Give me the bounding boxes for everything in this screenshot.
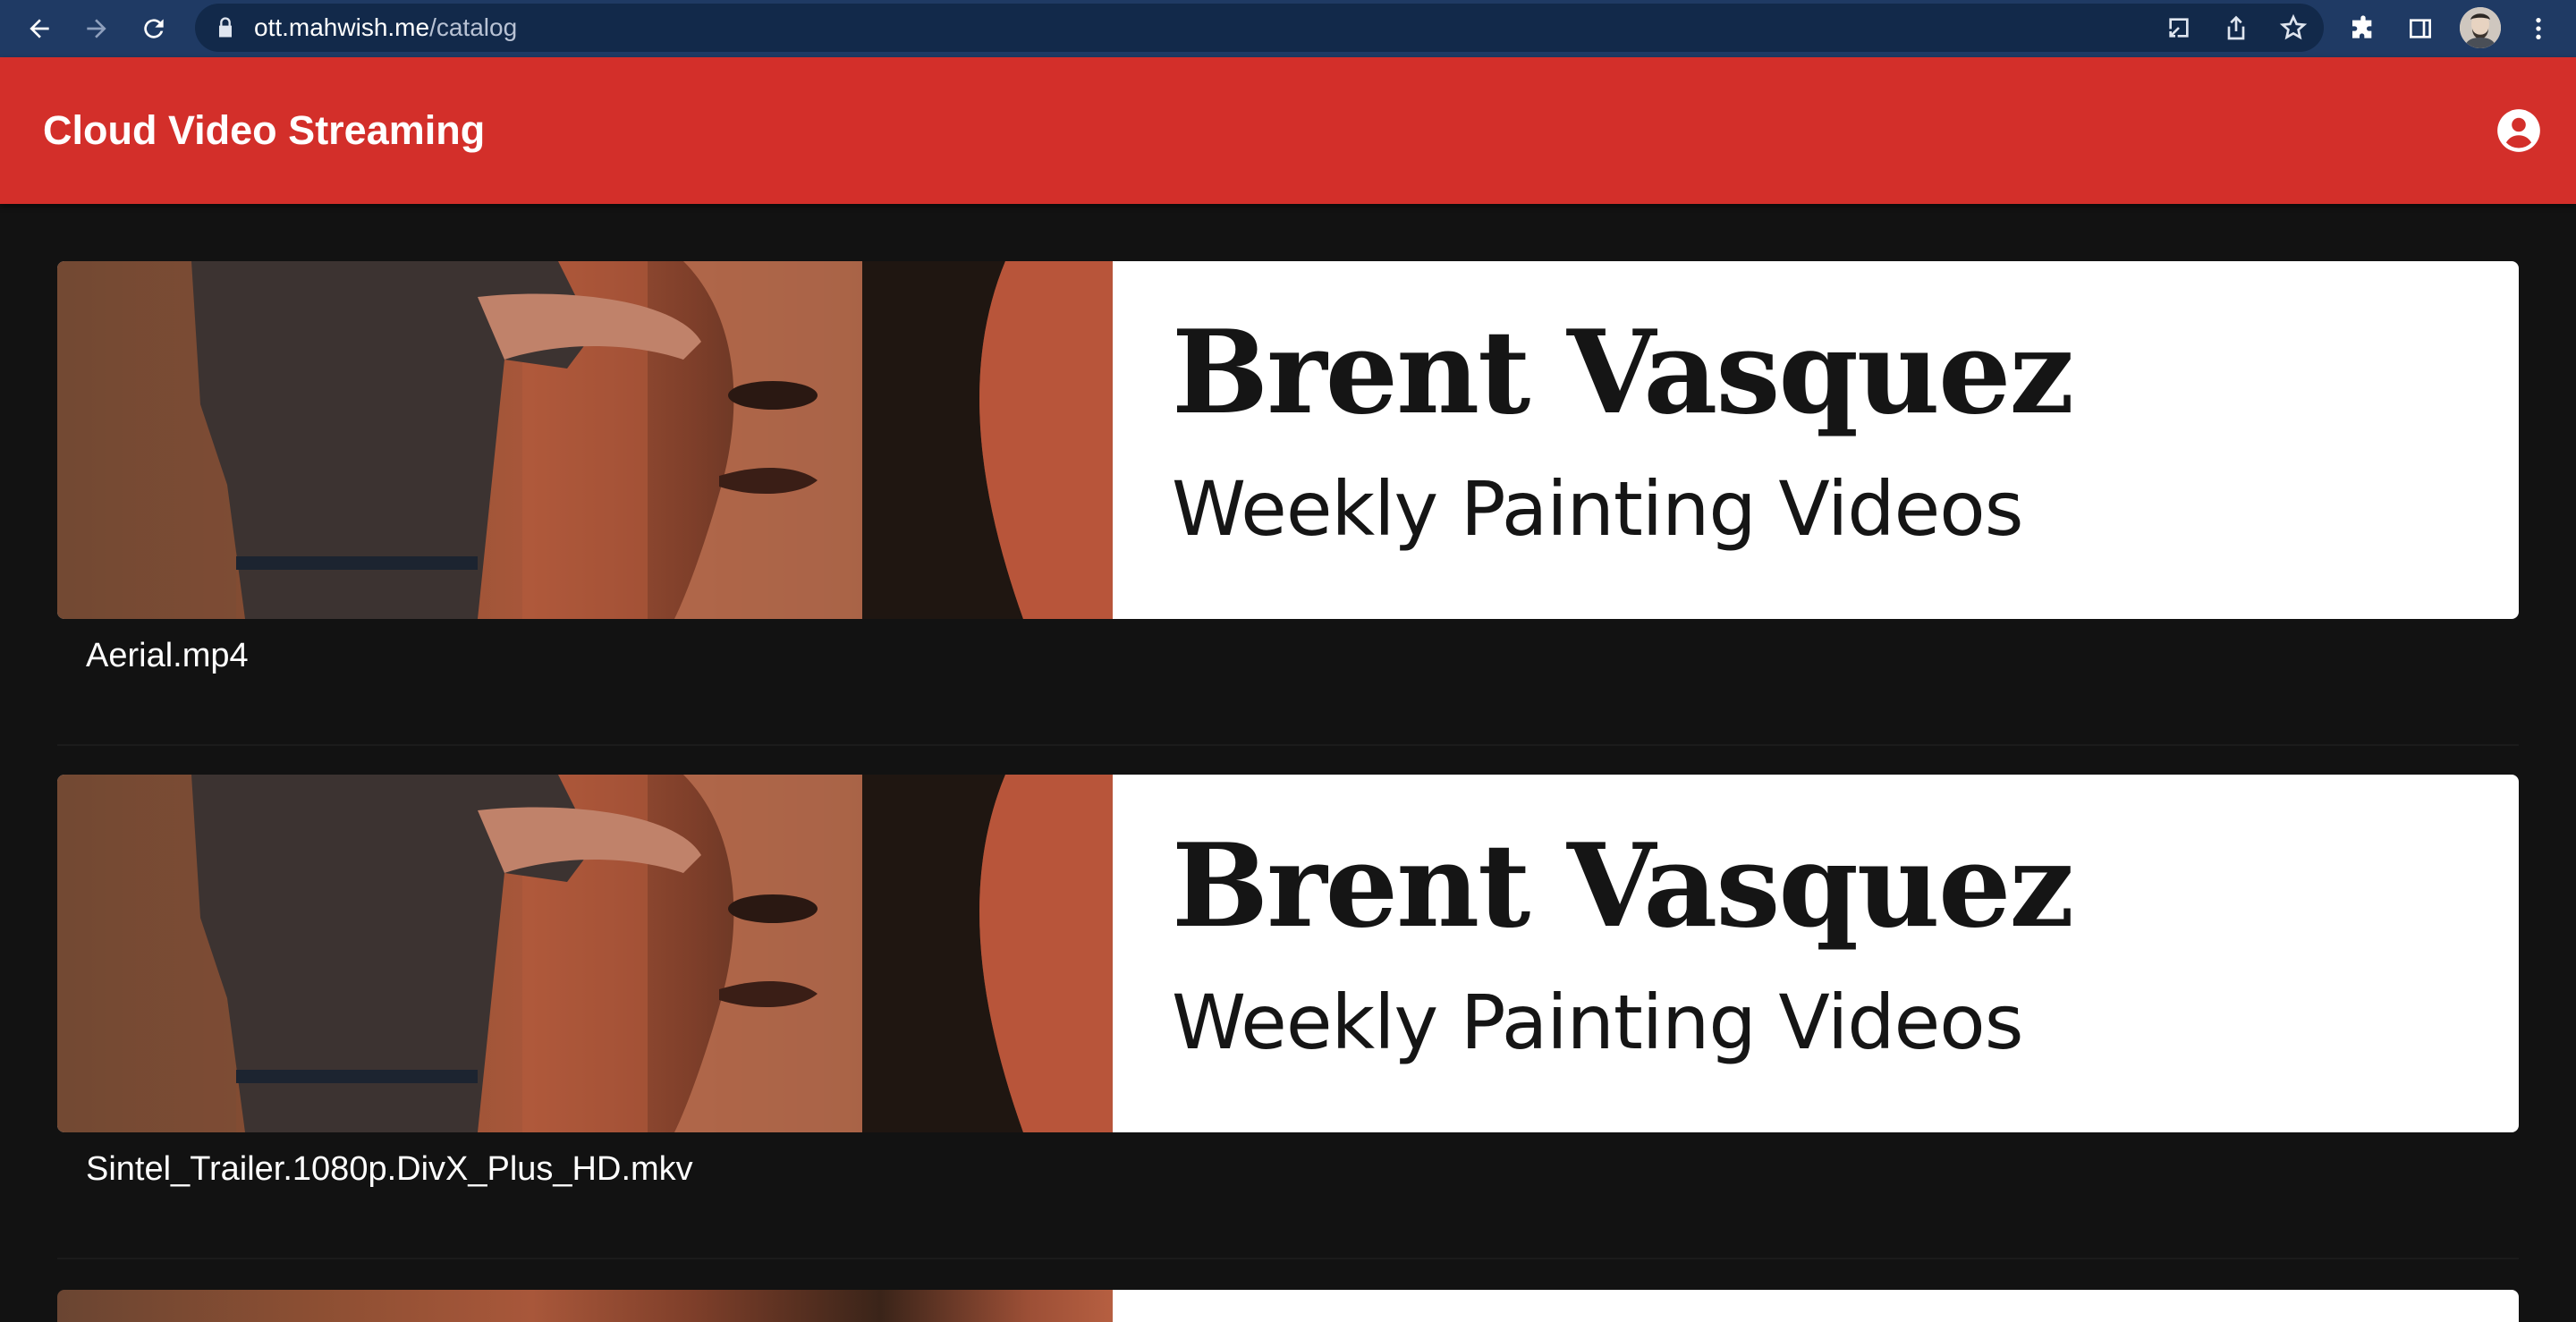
extensions-button[interactable] bbox=[2342, 7, 2385, 50]
video-title[interactable]: Sintel_Trailer.1080p.DivX_Plus_HD.mkv bbox=[86, 1150, 693, 1189]
banner-partial bbox=[1113, 1290, 2519, 1322]
profile-photo-icon bbox=[2460, 7, 2501, 48]
url-path: /catalog bbox=[429, 13, 518, 41]
banner-name: Brent Vasquez bbox=[1172, 306, 2074, 440]
video-card[interactable]: Brent Vasquez Weekly Painting Videos Aer… bbox=[57, 261, 2519, 748]
reload-button[interactable] bbox=[132, 7, 175, 50]
banner-name: Brent Vasquez bbox=[1172, 819, 2074, 953]
profile-avatar[interactable] bbox=[2460, 7, 2501, 48]
share-icon[interactable] bbox=[2222, 13, 2250, 42]
install-icon[interactable] bbox=[2165, 13, 2193, 42]
arrow-left-icon bbox=[30, 19, 49, 38]
video-card[interactable]: Brent Vasquez Weekly Painting Videos Sin… bbox=[57, 775, 2519, 1261]
video-title[interactable]: Aerial.mp4 bbox=[86, 637, 249, 675]
banner-tagline: Weekly Painting Videos bbox=[1172, 979, 2023, 1066]
side-panel-button[interactable] bbox=[2399, 7, 2442, 50]
star-icon[interactable] bbox=[2279, 13, 2308, 42]
app-title: Cloud Video Streaming bbox=[43, 107, 486, 153]
reload-icon bbox=[144, 19, 164, 38]
lock-icon[interactable] bbox=[213, 15, 238, 40]
address-bar[interactable]: ott.mahwish.me/catalog bbox=[195, 4, 2324, 52]
browser-toolbar: ott.mahwish.me/catalog bbox=[0, 0, 2576, 57]
banner-tagline: Weekly Painting Videos bbox=[1172, 465, 2023, 553]
puzzle-icon bbox=[2352, 15, 2372, 38]
video-thumbnail-partial[interactable] bbox=[57, 1290, 1113, 1322]
kebab-menu-icon bbox=[2536, 18, 2541, 39]
forward-button[interactable] bbox=[75, 7, 118, 50]
painter-artwork-image bbox=[57, 261, 1113, 619]
video-thumbnail[interactable]: Brent Vasquez Weekly Painting Videos bbox=[57, 775, 2519, 1132]
arrow-right-icon bbox=[87, 19, 106, 38]
side-panel-icon bbox=[2410, 19, 2431, 38]
card-divider bbox=[57, 744, 2519, 746]
url-text[interactable]: ott.mahwish.me/catalog bbox=[254, 4, 517, 52]
painting-photo bbox=[57, 775, 1113, 1132]
app-bar: Cloud Video Streaming bbox=[0, 57, 2576, 204]
video-thumbnail[interactable]: Brent Vasquez Weekly Painting Videos bbox=[57, 261, 2519, 619]
url-host: ott.mahwish.me bbox=[254, 13, 430, 41]
browser-menu-button[interactable] bbox=[2517, 7, 2560, 50]
video-card-partial[interactable] bbox=[57, 1290, 2519, 1322]
painting-photo bbox=[57, 261, 1113, 619]
back-button[interactable] bbox=[18, 7, 61, 50]
account-circle-icon[interactable] bbox=[2496, 107, 2542, 154]
painter-artwork-image bbox=[57, 775, 1113, 1132]
card-divider bbox=[57, 1258, 2519, 1259]
